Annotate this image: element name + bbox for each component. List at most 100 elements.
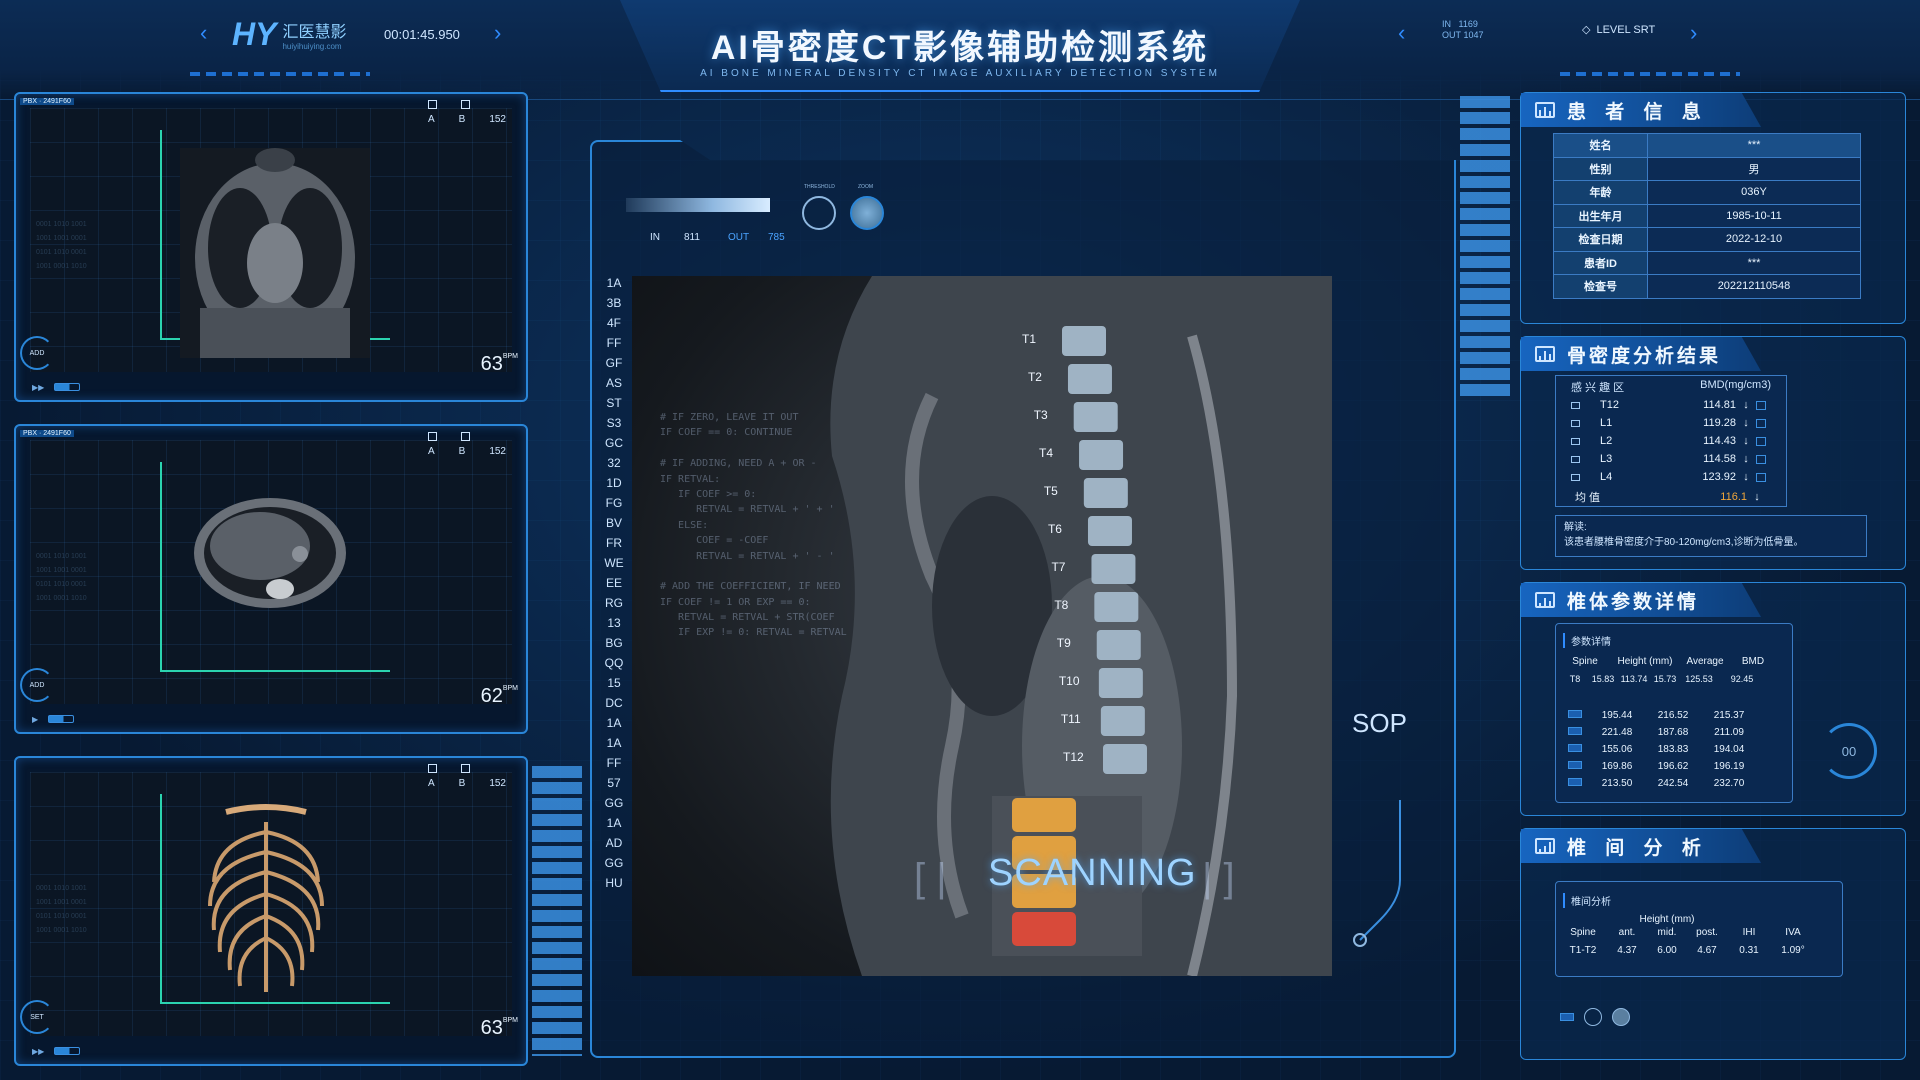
letter-code: 13 — [607, 616, 621, 630]
bmd-row[interactable]: T12 114.81 ↓ — [1561, 397, 1781, 413]
viewport-btn-a[interactable]: A — [428, 778, 435, 789]
viewport-progress[interactable] — [54, 1047, 81, 1055]
bmd-row-checkbox[interactable] — [1571, 473, 1580, 481]
vertebra-block[interactable] — [1102, 744, 1147, 774]
elapsed-time: 00:01:45.950 — [384, 27, 460, 42]
trash-icon[interactable] — [1756, 454, 1766, 464]
prev-arrow-icon-right[interactable]: ‹ — [1398, 20, 1405, 46]
letter-code: ST — [606, 396, 622, 410]
row-icon — [1568, 710, 1582, 718]
vertebra-block[interactable] — [1087, 516, 1132, 546]
params-row[interactable]: 221.48 187.68 211.09 — [1561, 724, 1757, 741]
lumbar-vertebra-block[interactable] — [1012, 912, 1076, 946]
bmd-row[interactable]: L2 114.43 ↓ — [1561, 433, 1781, 449]
params-cell: 213.50 — [1601, 778, 1633, 789]
params-row[interactable]: 155.06 183.83 194.04 — [1561, 741, 1757, 758]
bmd-row-checkbox[interactable] — [1571, 437, 1580, 445]
letter-code: 57 — [607, 776, 621, 790]
down-arrow-icon: ↓ — [1743, 453, 1749, 465]
code-line: RETVAL = RETVAL + STR(COEF — [660, 612, 835, 624]
bmd-row-checkbox[interactable] — [1571, 419, 1580, 427]
viewport-canvas: 0001 1010 1001 1001 1001 0001 0101 1010 00… — [30, 440, 512, 704]
viewport-btn-num[interactable]: 152 — [489, 778, 506, 789]
params-row[interactable]: 169.86 196.62 196.19 — [1561, 758, 1757, 775]
viewport-coronal[interactable]: 0001 1010 1001 1001 1001 0001 0101 1010 00… — [14, 92, 528, 402]
viewport-btn-b[interactable]: B — [459, 778, 466, 789]
bmd-col-roi: 感 兴 趣 区 — [1571, 382, 1625, 394]
viewport-code-overlay: 0001 1010 1001 1001 1001 0001 0101 1010 00… — [36, 553, 87, 602]
letter-code: FF — [606, 756, 622, 770]
viewport-toggle[interactable] — [427, 764, 437, 773]
viewport-toggle[interactable] — [427, 432, 437, 441]
prev-arrow-icon[interactable]: ‹ — [200, 20, 207, 46]
viewport-axial[interactable]: 0001 1010 1001 1001 1001 0001 0101 1010 00… — [14, 424, 528, 734]
trash-icon[interactable] — [1756, 472, 1766, 482]
params-row[interactable]: 213.50 242.54 232.70 — [1561, 775, 1757, 792]
play-icon[interactable]: ▶▶ — [32, 383, 44, 392]
mini-slider[interactable] — [1560, 1013, 1574, 1021]
bmd-row-value: 114.58 — [1703, 453, 1736, 465]
threshold-knob[interactable] — [802, 196, 836, 230]
zoom-knob[interactable] — [850, 196, 884, 230]
bmd-row-name: L3 — [1600, 453, 1613, 465]
vertebra-block[interactable] — [1100, 706, 1145, 736]
out-label: OUT — [1442, 30, 1461, 40]
vertebra-block[interactable] — [1091, 554, 1136, 584]
bmd-row-checkbox[interactable] — [1571, 401, 1580, 409]
level-selector[interactable]: ◇ LEVEL SRT — [1582, 23, 1655, 37]
bmd-row[interactable]: L4 123.92 ↓ — [1561, 469, 1781, 485]
trash-icon[interactable] — [1756, 418, 1766, 428]
vertebra-block[interactable] — [1073, 402, 1118, 432]
next-arrow-icon-right[interactable]: › — [1690, 20, 1697, 46]
viewport-add-gauge[interactable]: ADD — [20, 336, 54, 370]
ctrl-out-value: 785 — [768, 232, 785, 243]
window-level-slider[interactable] — [626, 198, 770, 212]
bmd-row-checkbox[interactable] — [1571, 455, 1580, 463]
next-arrow-icon[interactable]: › — [494, 20, 501, 46]
viewport-add-gauge[interactable]: ADD — [20, 668, 54, 702]
viewport-btn-a[interactable]: A — [428, 446, 435, 457]
params-row[interactable]: 195.44 216.52 215.37 — [1561, 707, 1757, 724]
viewport-3d[interactable]: 0001 1010 1001 1001 1001 0001 0101 1010 00… — [14, 756, 528, 1066]
bmd-row[interactable]: L3 114.58 ↓ — [1561, 451, 1781, 467]
viewport-btn-num[interactable]: 152 — [489, 446, 506, 457]
viewport-btn-b[interactable]: B — [459, 446, 466, 457]
bmd-row[interactable]: L1 119.28 ↓ — [1561, 415, 1781, 431]
play-icon[interactable]: ▶▶ — [32, 1047, 44, 1056]
mini-knob-solid[interactable] — [1612, 1008, 1630, 1026]
viewport-toggle[interactable] — [460, 764, 470, 773]
viewport-progress[interactable] — [54, 383, 81, 391]
vertebra-label: T1 — [1022, 332, 1037, 346]
iv-row[interactable]: T1-T2 4.37 6.00 4.67 0.31 1.09° — [1559, 939, 1815, 961]
vertebra-block[interactable] — [1098, 668, 1143, 698]
vertebra-label: T2 — [1027, 370, 1042, 384]
sop-button[interactable]: SOP — [1352, 708, 1407, 739]
vertebra-label: T7 — [1051, 560, 1066, 574]
lumbar-vertebra-block[interactable] — [1012, 798, 1076, 832]
play-icon[interactable]: ▶ — [32, 715, 38, 724]
vertebra-block[interactable] — [1094, 592, 1139, 622]
bmd-row-name: L1 — [1600, 417, 1613, 429]
viewport-btn-num[interactable]: 152 — [489, 114, 506, 125]
trash-icon[interactable] — [1756, 436, 1766, 446]
bmd-col-value: BMD(mg/cm3) — [1700, 379, 1771, 391]
params-dial[interactable]: 00 — [1821, 723, 1877, 779]
vertebra-block[interactable] — [1083, 478, 1128, 508]
vertebra-block[interactable] — [1062, 326, 1106, 356]
viewport-toggle[interactable] — [460, 432, 470, 441]
trash-icon[interactable] — [1756, 400, 1766, 410]
viewport-toggle[interactable] — [460, 100, 470, 109]
viewport-toggle[interactable] — [427, 100, 437, 109]
down-arrow-icon: ↓ — [1743, 435, 1749, 447]
vertebra-block[interactable] — [1067, 364, 1112, 394]
viewport-btn-b[interactable]: B — [459, 114, 466, 125]
vertebra-block[interactable] — [1079, 440, 1124, 470]
params-first-row[interactable]: T8 15.83 113.74 15.73 125.53 92.45 — [1561, 670, 1777, 687]
viewport-footer: ▶ — [32, 712, 506, 726]
mini-knob[interactable] — [1584, 1008, 1602, 1026]
viewport-set-gauge[interactable]: SET — [20, 1000, 54, 1034]
vertebra-block[interactable] — [1096, 630, 1141, 660]
bar-chart-icon — [1535, 838, 1555, 854]
viewport-progress[interactable] — [48, 715, 75, 723]
viewport-btn-a[interactable]: A — [428, 114, 435, 125]
